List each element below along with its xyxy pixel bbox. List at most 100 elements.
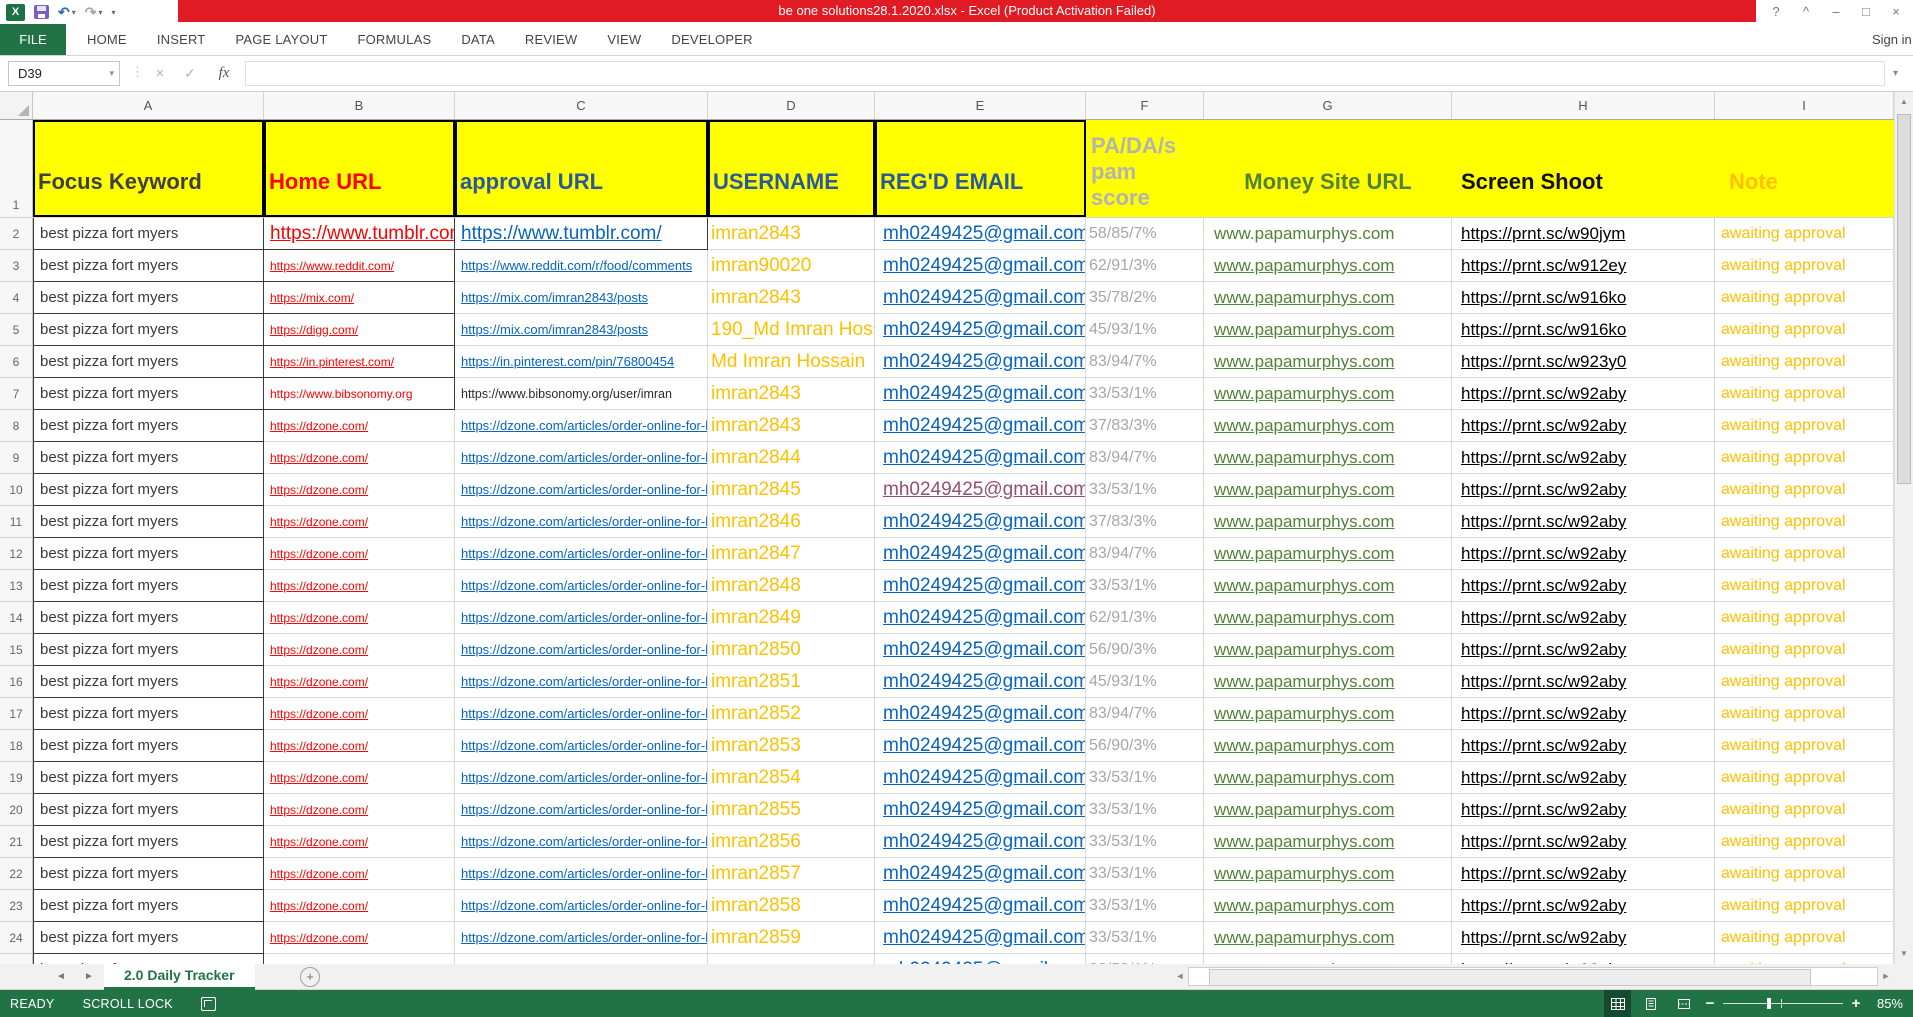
cell-G7[interactable]: www.papamurphys.com xyxy=(1204,378,1452,410)
cell-I12[interactable]: awaiting approval xyxy=(1715,538,1894,570)
cell-D14[interactable]: imran2849 xyxy=(708,602,875,634)
cell-I5[interactable]: awaiting approval xyxy=(1715,314,1894,346)
cell-F17[interactable]: 83/94/7% xyxy=(1086,698,1204,730)
cell-H16[interactable]: https://prnt.sc/w92aby xyxy=(1452,666,1715,698)
cell-I16[interactable]: awaiting approval xyxy=(1715,666,1894,698)
cell-E9[interactable]: mh0249425@gmail.com xyxy=(875,442,1086,474)
header-cell-B[interactable]: Home URL xyxy=(264,120,455,218)
cell-F15[interactable]: 56/90/3% xyxy=(1086,634,1204,666)
row-header-17[interactable]: 17 xyxy=(0,698,33,730)
cell-B6[interactable]: https://in.pinterest.com/ xyxy=(264,346,455,378)
cell-B3[interactable]: https://www.reddit.com/ xyxy=(264,250,455,282)
cell-D12[interactable]: imran2847 xyxy=(708,538,875,570)
vertical-scrollbar-thumb[interactable] xyxy=(1897,114,1911,484)
cell-B11[interactable]: https://dzone.com/ xyxy=(264,506,455,538)
cell-H18[interactable]: https://prnt.sc/w92aby xyxy=(1452,730,1715,762)
cell-A3[interactable]: best pizza fort myers xyxy=(33,250,264,282)
ribbon-display-options-button[interactable]: ^ xyxy=(1791,0,1821,23)
cell-C2[interactable]: https://www.tumblr.com/ xyxy=(455,218,708,250)
cell-A25[interactable]: best pizza fort myers xyxy=(33,954,264,964)
cell-D15[interactable]: imran2850 xyxy=(708,634,875,666)
row-header-1[interactable]: 1 xyxy=(0,120,33,218)
cell-B19[interactable]: https://dzone.com/ xyxy=(264,762,455,794)
cell-F3[interactable]: 62/91/3% xyxy=(1086,250,1204,282)
column-header-B[interactable]: B xyxy=(264,92,455,119)
restore-button[interactable]: □ xyxy=(1851,0,1881,23)
cell-I8[interactable]: awaiting approval xyxy=(1715,410,1894,442)
cell-I3[interactable]: awaiting approval xyxy=(1715,250,1894,282)
cell-D11[interactable]: imran2846 xyxy=(708,506,875,538)
cell-A2[interactable]: best pizza fort myers xyxy=(33,218,264,250)
cell-F14[interactable]: 62/91/3% xyxy=(1086,602,1204,634)
sign-in-link[interactable]: Sign in xyxy=(1872,24,1912,55)
column-header-I[interactable]: I xyxy=(1715,92,1894,119)
row-header-3[interactable]: 3 xyxy=(0,250,33,282)
row-header-23[interactable]: 23 xyxy=(0,890,33,922)
cell-B23[interactable]: https://dzone.com/ xyxy=(264,890,455,922)
horizontal-scrollbar-track[interactable] xyxy=(1188,967,1878,986)
cell-I6[interactable]: awaiting approval xyxy=(1715,346,1894,378)
cell-G24[interactable]: www.papamurphys.com xyxy=(1204,922,1452,954)
cell-B12[interactable]: https://dzone.com/ xyxy=(264,538,455,570)
cell-E20[interactable]: mh0249425@gmail.com xyxy=(875,794,1086,826)
next-sheet-icon[interactable]: ► xyxy=(84,964,94,989)
new-sheet-button[interactable]: + xyxy=(300,967,320,987)
row-header-7[interactable]: 7 xyxy=(0,378,33,410)
cell-F19[interactable]: 33/53/1% xyxy=(1086,762,1204,794)
cell-D20[interactable]: imran2855 xyxy=(708,794,875,826)
cell-C3[interactable]: https://www.reddit.com/r/food/comments xyxy=(455,250,708,282)
cell-F2[interactable]: 58/85/7% xyxy=(1086,218,1204,250)
header-cell-C[interactable]: approval URL xyxy=(455,120,708,218)
cell-G19[interactable]: www.papamurphys.com xyxy=(1204,762,1452,794)
row-header-18[interactable]: 18 xyxy=(0,730,33,762)
cell-I9[interactable]: awaiting approval xyxy=(1715,442,1894,474)
cell-E14[interactable]: mh0249425@gmail.com xyxy=(875,602,1086,634)
cell-E19[interactable]: mh0249425@gmail.com xyxy=(875,762,1086,794)
cell-I25[interactable]: awaiting approval xyxy=(1715,954,1894,964)
column-header-E[interactable]: E xyxy=(875,92,1086,119)
cell-G2[interactable]: www.papamurphys.com xyxy=(1204,218,1452,250)
cell-B24[interactable]: https://dzone.com/ xyxy=(264,922,455,954)
cell-E13[interactable]: mh0249425@gmail.com xyxy=(875,570,1086,602)
cell-C10[interactable]: https://dzone.com/articles/order-online-… xyxy=(455,474,708,506)
cell-H24[interactable]: https://prnt.sc/w92aby xyxy=(1452,922,1715,954)
cell-A24[interactable]: best pizza fort myers xyxy=(33,922,264,954)
cell-H12[interactable]: https://prnt.sc/w92aby xyxy=(1452,538,1715,570)
cell-F4[interactable]: 35/78/2% xyxy=(1086,282,1204,314)
cell-G21[interactable]: www.papamurphys.com xyxy=(1204,826,1452,858)
cell-I13[interactable]: awaiting approval xyxy=(1715,570,1894,602)
cell-H20[interactable]: https://prnt.sc/w92aby xyxy=(1452,794,1715,826)
redo-dropdown-icon[interactable]: ▾ xyxy=(98,8,102,17)
cell-I15[interactable]: awaiting approval xyxy=(1715,634,1894,666)
expand-formula-bar-icon[interactable]: ▾ xyxy=(1893,61,1898,86)
cell-I20[interactable]: awaiting approval xyxy=(1715,794,1894,826)
cell-H3[interactable]: https://prnt.sc/w912ey xyxy=(1452,250,1715,282)
cell-D4[interactable]: imran2843 xyxy=(708,282,875,314)
cell-G11[interactable]: www.papamurphys.com xyxy=(1204,506,1452,538)
cell-C18[interactable]: https://dzone.com/articles/order-online-… xyxy=(455,730,708,762)
cell-C21[interactable]: https://dzone.com/articles/order-online-… xyxy=(455,826,708,858)
cell-B20[interactable]: https://dzone.com/ xyxy=(264,794,455,826)
cell-C17[interactable]: https://dzone.com/articles/order-online-… xyxy=(455,698,708,730)
cell-G5[interactable]: www.papamurphys.com xyxy=(1204,314,1452,346)
cell-F22[interactable]: 33/53/1% xyxy=(1086,858,1204,890)
cell-B25[interactable]: https://dzone.com/ xyxy=(264,954,455,964)
cell-A9[interactable]: best pizza fort myers xyxy=(33,442,264,474)
row-header-13[interactable]: 13 xyxy=(0,570,33,602)
cell-E8[interactable]: mh0249425@gmail.com xyxy=(875,410,1086,442)
row-header-14[interactable]: 14 xyxy=(0,602,33,634)
cell-D16[interactable]: imran2851 xyxy=(708,666,875,698)
cell-A21[interactable]: best pizza fort myers xyxy=(33,826,264,858)
cell-D22[interactable]: imran2857 xyxy=(708,858,875,890)
help-button[interactable]: ? xyxy=(1761,0,1791,23)
cell-D7[interactable]: imran2843 xyxy=(708,378,875,410)
header-cell-D[interactable]: USERNAME xyxy=(708,120,875,218)
cell-E5[interactable]: mh0249425@gmail.com xyxy=(875,314,1086,346)
tab-page-layout[interactable]: PAGE LAYOUT xyxy=(220,24,342,55)
cell-G17[interactable]: www.papamurphys.com xyxy=(1204,698,1452,730)
cell-E4[interactable]: mh0249425@gmail.com xyxy=(875,282,1086,314)
cell-D13[interactable]: imran2848 xyxy=(708,570,875,602)
cell-E16[interactable]: mh0249425@gmail.com xyxy=(875,666,1086,698)
cell-B8[interactable]: https://dzone.com/ xyxy=(264,410,455,442)
header-cell-E[interactable]: REG'D EMAIL xyxy=(875,120,1086,218)
